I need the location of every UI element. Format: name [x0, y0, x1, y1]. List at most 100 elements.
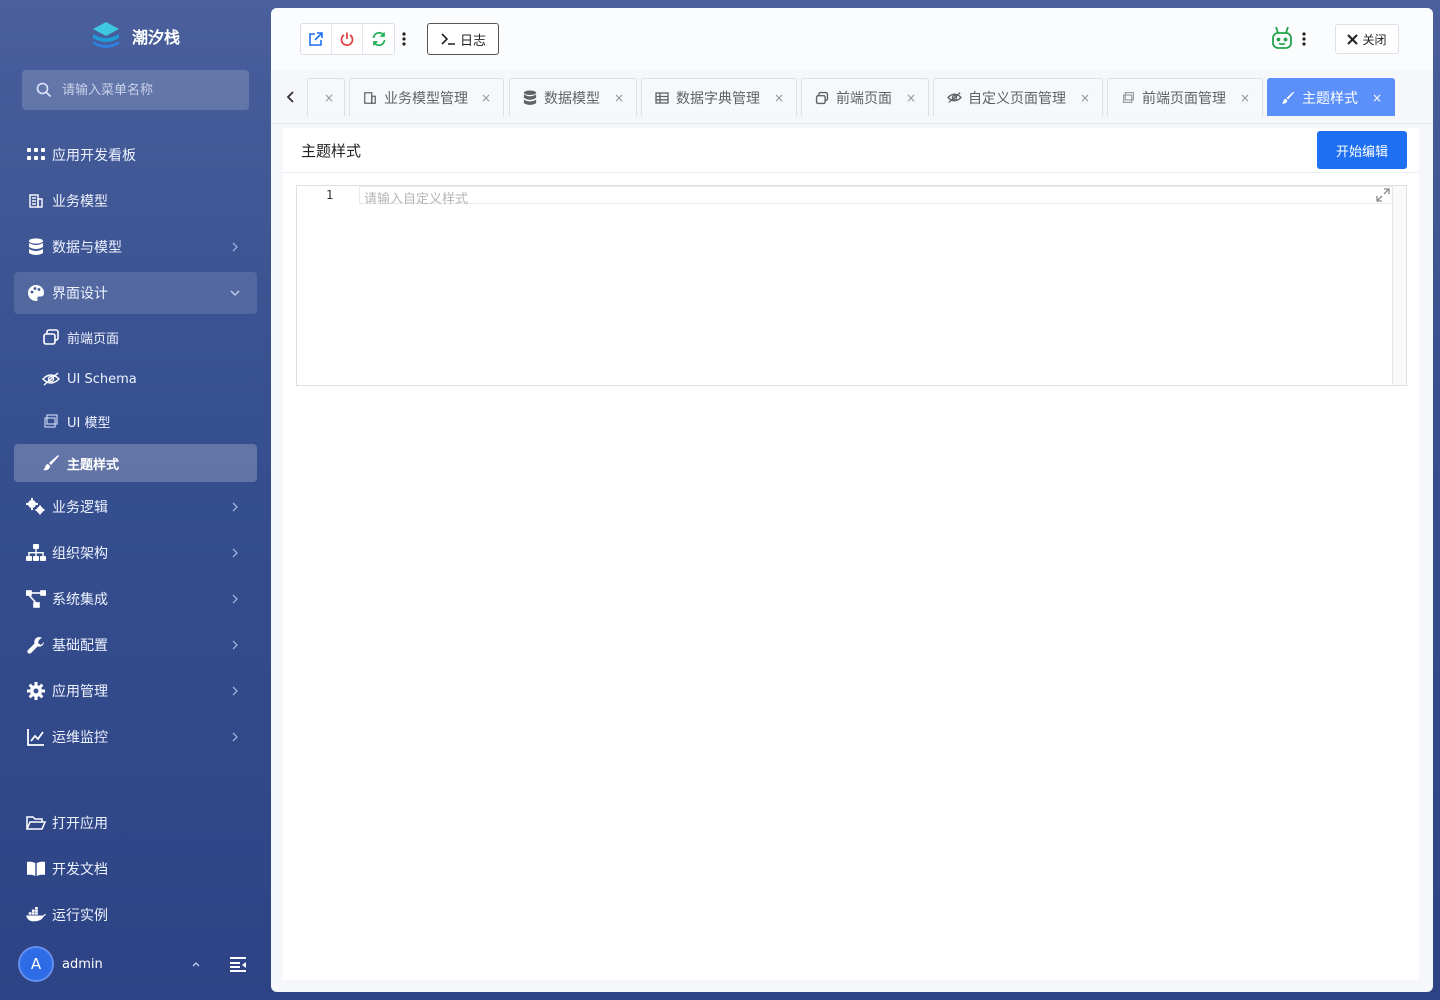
- line-number: 1: [326, 188, 334, 202]
- chevron-right-icon: [232, 686, 238, 696]
- main-panel: 日志 关闭 × 业务模型管理 × 数据模型 × 数据字典管理 × 前端页面 × …: [271, 8, 1433, 992]
- collapse-sidebar-icon[interactable]: [228, 954, 248, 974]
- menu-item-organization[interactable]: 组织架构: [14, 532, 257, 574]
- external-link-icon: [309, 32, 323, 46]
- tab-label: 数据字典管理: [676, 90, 760, 107]
- submenu-item-theme-style[interactable]: 主题样式: [14, 444, 257, 482]
- tab-label: 主题样式: [1302, 90, 1358, 107]
- window-icon: [42, 412, 60, 430]
- line-chart-icon: [26, 727, 46, 747]
- more-vertical-icon[interactable]: [397, 30, 411, 48]
- tab-close-icon[interactable]: ×: [774, 91, 784, 105]
- brand-name: 潮汐栈: [132, 28, 181, 47]
- sitemap-icon: [26, 543, 46, 563]
- user-profile[interactable]: A admin: [18, 946, 253, 982]
- tab-close-icon[interactable]: ×: [481, 91, 491, 105]
- code-editor[interactable]: 1 请输入自定义样式: [296, 185, 1407, 386]
- expand-icon[interactable]: [1376, 188, 1390, 202]
- username: admin: [62, 956, 103, 972]
- menu-item-label: 组织架构: [52, 546, 108, 562]
- content-header: 主题样式 开始编辑: [283, 128, 1419, 173]
- start-edit-button[interactable]: 开始编辑: [1317, 131, 1407, 169]
- menu-search[interactable]: [22, 70, 249, 110]
- wrench-icon: [26, 635, 46, 655]
- window-icon: [1120, 90, 1136, 106]
- menu-item-label: 打开应用: [52, 816, 108, 832]
- editor-scrollbar[interactable]: [1392, 186, 1406, 385]
- tab-label: 自定义页面管理: [968, 90, 1066, 107]
- folder-open-icon: [26, 813, 46, 833]
- menu-item-data-model[interactable]: 数据与模型: [14, 226, 257, 268]
- code-line[interactable]: 请输入自定义样式: [359, 186, 1394, 207]
- menu-search-input[interactable]: [62, 82, 232, 98]
- menu-item-label: 基础配置: [52, 638, 108, 654]
- menu-item-running-instances[interactable]: 运行实例: [14, 894, 257, 936]
- chevron-down-icon: [230, 290, 240, 296]
- tab-close-icon[interactable]: ×: [614, 91, 624, 105]
- database-icon: [522, 89, 538, 106]
- tab-close-icon[interactable]: ×: [1372, 91, 1382, 105]
- chevron-right-icon: [232, 548, 238, 558]
- tab-close-icon[interactable]: ×: [1240, 91, 1250, 105]
- menu-item-label: 开发文档: [52, 862, 108, 878]
- tab-frontend-page-mgmt[interactable]: 前端页面管理 ×: [1107, 78, 1263, 116]
- main-menu: 应用开发看板 业务模型 数据与模型 界面设计 前端页面 UI Schema UI…: [14, 134, 257, 762]
- chevron-up-icon[interactable]: [190, 958, 202, 970]
- chevron-left-icon[interactable]: [285, 90, 297, 104]
- menu-item-dev-docs[interactable]: 开发文档: [14, 848, 257, 890]
- menu-item-basic-config[interactable]: 基础配置: [14, 624, 257, 666]
- menu-item-system-integration[interactable]: 系统集成: [14, 578, 257, 620]
- editor-placeholder: 请输入自定义样式: [364, 192, 469, 207]
- tab-custom-page-mgmt[interactable]: 自定义页面管理 ×: [933, 78, 1103, 116]
- copy-icon: [42, 328, 60, 346]
- log-button[interactable]: 日志: [427, 23, 499, 55]
- menu-item-business-model[interactable]: 业务模型: [14, 180, 257, 222]
- brand[interactable]: 潮汐栈: [90, 18, 180, 54]
- tab-frontend-page[interactable]: 前端页面 ×: [801, 78, 929, 116]
- more-vertical-icon[interactable]: [1297, 30, 1311, 48]
- tab-close-icon[interactable]: ×: [1080, 91, 1090, 105]
- submenu-item-label: 前端页面: [67, 331, 120, 347]
- menu-item-business-logic[interactable]: 业务逻辑: [14, 486, 257, 528]
- eye-link-icon: [946, 90, 962, 106]
- sidebar: 潮汐栈 应用开发看板 业务模型: [0, 0, 271, 1000]
- close-icon: [1347, 33, 1359, 45]
- tab-data-model[interactable]: 数据模型 ×: [509, 78, 637, 116]
- refresh-icon: [372, 31, 385, 47]
- submenu-item-label: UI Schema: [67, 371, 137, 387]
- tab-business-model-mgmt[interactable]: 业务模型管理 ×: [349, 78, 504, 116]
- submenu-item-frontend-page[interactable]: 前端页面: [14, 318, 257, 356]
- chevron-right-icon: [232, 640, 238, 650]
- menu-item-open-app[interactable]: 打开应用: [14, 802, 257, 844]
- gear-icon: [26, 681, 46, 701]
- close-button[interactable]: 关闭: [1335, 24, 1399, 54]
- chevron-right-icon: [232, 732, 238, 742]
- robot-icon[interactable]: [1271, 26, 1293, 50]
- brush-icon: [42, 454, 60, 472]
- menu-item-app-management[interactable]: 应用管理: [14, 670, 257, 712]
- tab-theme-style[interactable]: 主题样式 ×: [1267, 78, 1395, 116]
- tab-data-dictionary[interactable]: 数据字典管理 ×: [641, 78, 797, 116]
- eye-link-icon: [42, 370, 60, 388]
- content-area: 主题样式 开始编辑 1 请输入自定义样式: [283, 128, 1419, 980]
- menu-item-label: 业务逻辑: [52, 500, 108, 516]
- tab-close-icon[interactable]: ×: [906, 91, 916, 105]
- close-button-label: 关闭: [1362, 32, 1387, 47]
- menu-item-label: 应用管理: [52, 684, 108, 700]
- tab-close-icon[interactable]: ×: [324, 91, 334, 105]
- tab-truncated[interactable]: ×: [307, 78, 345, 116]
- avatar[interactable]: A: [18, 946, 54, 982]
- menu-item-ops-monitoring[interactable]: 运维监控: [14, 716, 257, 758]
- book-icon: [26, 859, 46, 879]
- refresh-button[interactable]: [363, 24, 394, 54]
- search-icon: [36, 82, 52, 98]
- submenu-item-ui-model[interactable]: UI 模型: [14, 402, 257, 440]
- submenu-item-ui-schema[interactable]: UI Schema: [14, 360, 257, 398]
- open-external-button[interactable]: [301, 24, 332, 54]
- menu-item-dashboard[interactable]: 应用开发看板: [14, 134, 257, 176]
- table-icon: [654, 90, 670, 106]
- menu-item-label: 运行实例: [52, 908, 108, 924]
- power-button[interactable]: [332, 24, 363, 54]
- tab-label: 数据模型: [544, 90, 600, 107]
- menu-item-ui-design[interactable]: 界面设计: [14, 272, 257, 314]
